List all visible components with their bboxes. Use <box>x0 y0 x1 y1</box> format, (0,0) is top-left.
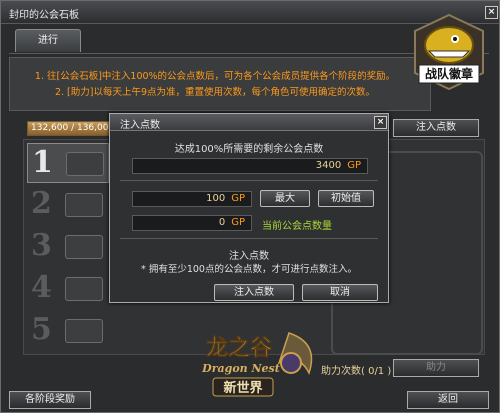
stage-slot-1[interactable]: 1 <box>27 143 109 183</box>
max-button[interactable]: 最大 <box>260 190 310 207</box>
brand-line-3: 新世界 <box>223 380 262 396</box>
dialog-titlebar: 注入点数 <box>110 114 388 131</box>
required-points-value: 3400 <box>315 160 342 171</box>
divider <box>120 180 378 181</box>
dialog-close-icon[interactable]: × <box>374 116 387 129</box>
inject-amount-value: 100 <box>206 193 226 204</box>
current-points-field: 0 GP <box>132 215 252 231</box>
gp-unit: GP <box>231 193 245 204</box>
current-points-label: 当前公会点数量 <box>262 221 332 232</box>
keyhole-lock-icon <box>65 193 103 217</box>
inject-note: * 拥有至少100点的公会点数，才可进行点数注入。 <box>141 264 357 275</box>
brand-line-1: 龙之谷 <box>206 335 273 361</box>
guild-emblem-logo: 战队徽章 <box>414 13 484 91</box>
confirm-inject-button[interactable]: 注入点数 <box>214 284 294 301</box>
stage-slot-2[interactable]: 2 <box>27 185 107 223</box>
window-title: 封印的公会石板 <box>9 10 79 21</box>
assist-count-label: 助力次数( 0/1 ) <box>321 366 392 377</box>
stage-number: 5 <box>31 312 52 347</box>
guild-tablet-window: 封印的公会石板 × 进行 1. 往[公会石板]中注入100%的公会点数后，可为各… <box>0 0 500 413</box>
brand-line-2: Dragon Nest <box>201 362 280 375</box>
info-panel: 1. 往[公会石板]中注入100%的公会点数后，可为各个公会成员提供各个阶段的奖… <box>9 57 431 111</box>
inject-amount-input[interactable]: 100 GP <box>132 191 252 207</box>
stage-number: 4 <box>31 270 52 305</box>
stage-number: 2 <box>31 186 52 221</box>
stage-slot-4[interactable]: 4 <box>27 269 107 307</box>
required-points-label: 达成100%所需要的剩余公会点数 <box>174 144 324 155</box>
emblem-text: 战队徽章 <box>425 66 473 81</box>
stage-slot-5[interactable]: 5 <box>27 311 107 349</box>
required-points-field: 3400 GP <box>132 158 368 174</box>
current-points-value: 0 <box>218 217 226 228</box>
keyhole-lock-icon <box>65 235 103 259</box>
tab-progress[interactable]: 进行 <box>15 29 81 52</box>
assist-button[interactable]: 助力 <box>393 359 479 377</box>
stage-slot-3[interactable]: 3 <box>27 227 107 265</box>
stage-number: 1 <box>32 145 53 180</box>
keyhole-lock-icon <box>65 319 103 343</box>
keyhole-lock-icon <box>65 277 103 301</box>
gp-unit: GP <box>231 217 245 228</box>
info-line-2: 2. [助力]以每天上午9点为准，重置使用次数，每个角色可使用确定的次数。 <box>54 87 376 98</box>
reset-button[interactable]: 初始值 <box>318 190 374 207</box>
guild-points-progress: 132,600 / 136,000 <box>27 121 112 136</box>
section-title: 注入点数 <box>229 251 269 262</box>
stage-number: 3 <box>31 228 52 263</box>
gp-unit: GP <box>347 160 361 171</box>
stage-reward-button[interactable]: 各阶段奖励 <box>9 391 91 409</box>
inject-points-dialog: 注入点数 × 达成100%所需要的剩余公会点数 3400 GP 100 GP 最大 … <box>109 113 389 303</box>
back-button[interactable]: 返回 <box>407 391 489 409</box>
cancel-button[interactable]: 取消 <box>302 284 378 301</box>
info-line-1: 1. 往[公会石板]中注入100%的公会点数后，可为各个公会成员提供各个阶段的奖… <box>34 71 396 82</box>
keyhole-lock-icon <box>66 152 104 176</box>
inject-points-button-top[interactable]: 注入点数 <box>393 119 479 137</box>
dragon-nest-logo: 龙之谷 Dragon Nest 新世界 <box>201 332 313 397</box>
dialog-title: 注入点数 <box>120 120 160 131</box>
divider <box>120 238 378 239</box>
